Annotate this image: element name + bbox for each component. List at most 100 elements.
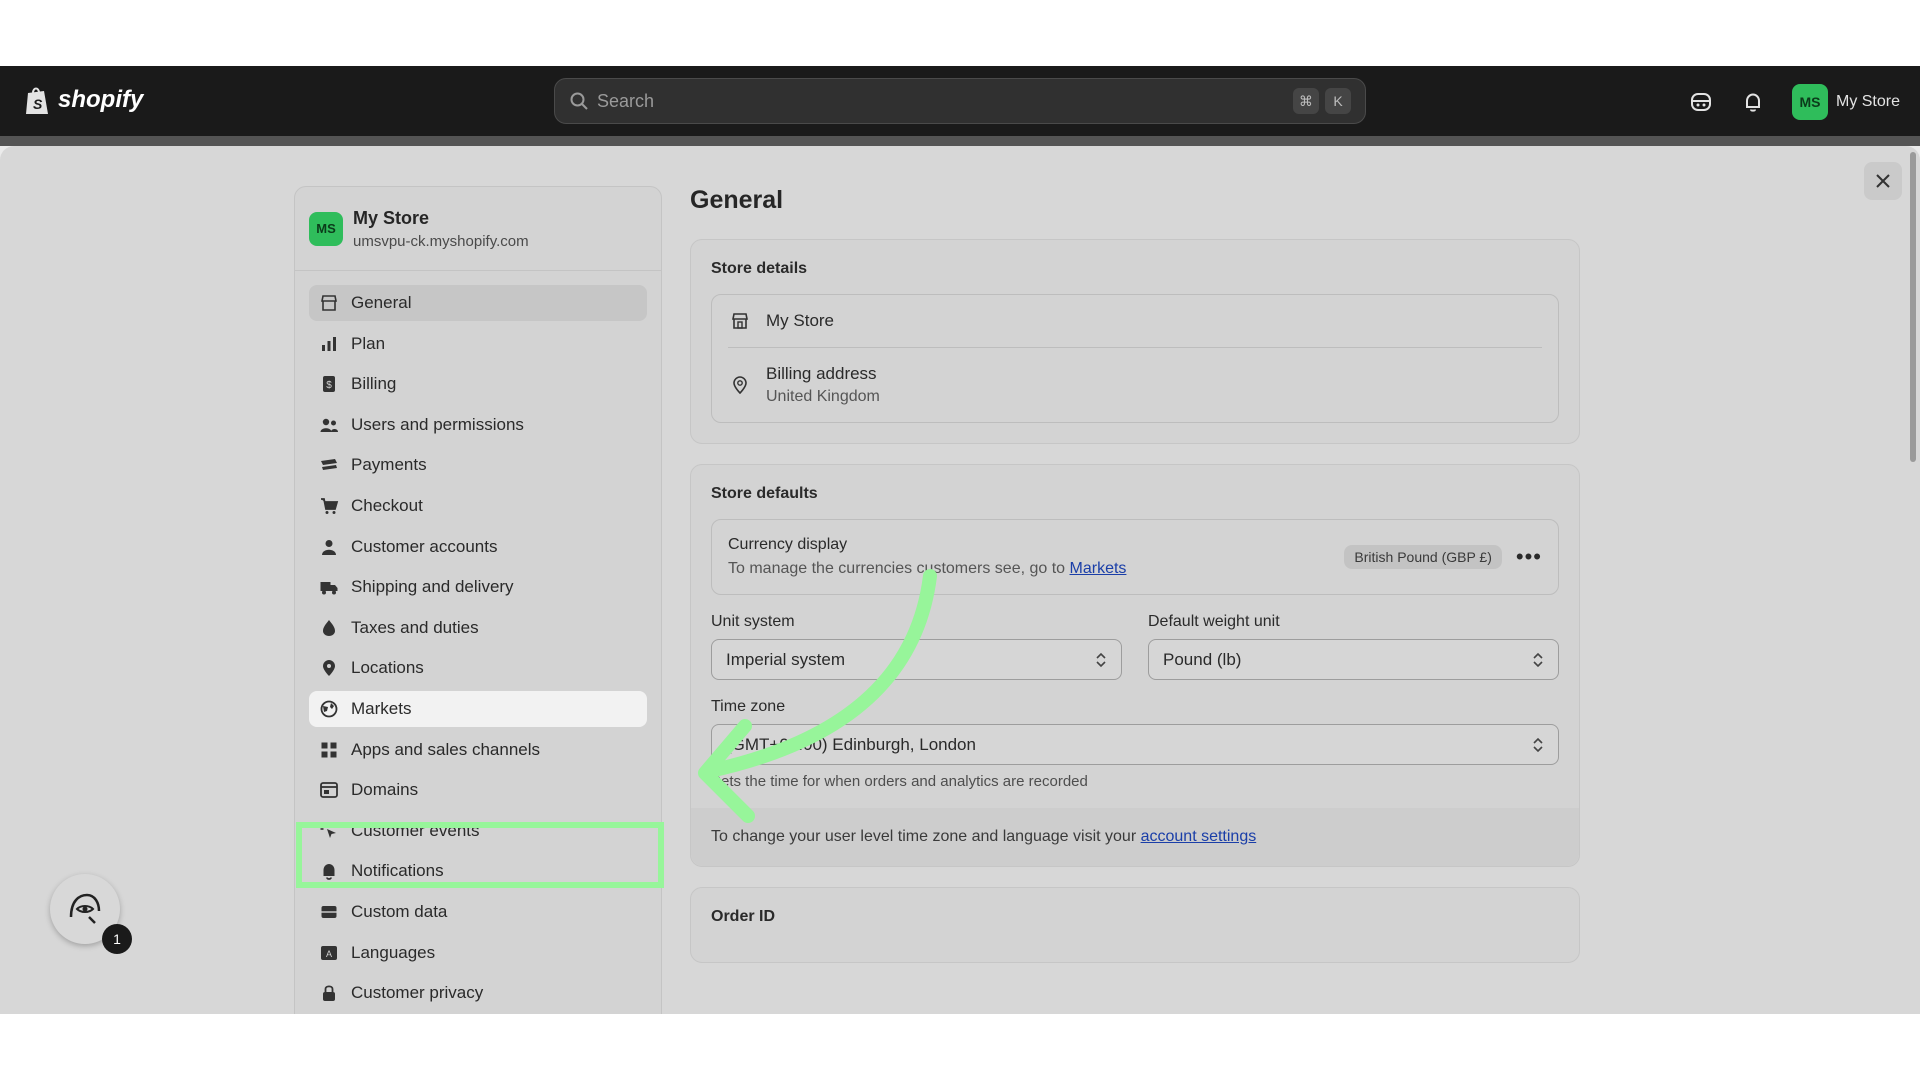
store-name-row[interactable]: My Store [712,295,1558,347]
sidebar-item-languages[interactable]: A Languages [309,935,647,971]
close-icon [1876,174,1890,188]
sidekick-button[interactable] [1688,89,1714,115]
truck-icon [319,577,339,597]
unit-system-value: Imperial system [726,649,846,669]
more-actions-button[interactable]: ••• [1516,544,1542,570]
store-defaults-card: Store defaults Currency display To manag… [690,464,1580,867]
unit-system-select[interactable]: Imperial system [711,639,1122,680]
search-input[interactable] [597,90,1287,112]
plan-icon [319,334,339,354]
backdrop-strip [0,136,1920,146]
time-zone-value: (GMT+00:00) Edinburgh, London [726,734,976,754]
sidebar-item-custom-data[interactable]: Custom data [309,894,647,930]
sidebar-item-taxes-and-duties[interactable]: Taxes and duties [309,610,647,646]
sidebar-item-label: Plan [351,333,386,353]
language-icon: A [319,943,339,963]
settings-nav: General Plan $ Billing Users and permissions… [295,271,661,1014]
billing-value: United Kingdom [766,388,880,405]
currency-description: To manage the currencies customers see, … [728,560,1126,578]
sidebar-item-general[interactable]: General [309,285,647,321]
billing-label: Billing address [766,364,877,383]
payments-icon [319,455,339,475]
account-settings-link[interactable]: account settings [1141,828,1257,845]
close-button[interactable] [1864,162,1902,200]
store-icon [319,293,339,313]
sidebar-store-name: My Store [353,207,430,228]
store-header[interactable]: MS My Store umsvpu-ck.myshopify.com [295,187,661,271]
svg-text:A: A [326,949,332,959]
weight-unit-value: Pound (lb) [1163,649,1242,669]
sidebar-item-customer-privacy[interactable]: Customer privacy [309,975,647,1011]
sidebar-item-notifications[interactable]: Notifications [309,853,647,889]
order-id-title: Order ID [711,908,776,925]
sidebar-item-label: General [351,293,412,312]
users-icon [319,415,339,435]
helper-badge: 1 [102,924,132,954]
sidebar-item-label: Apps and sales channels [351,739,541,759]
store-details-title: Store details [711,260,808,277]
sidebar-item-label: Markets [351,698,412,718]
svg-text:S: S [33,96,43,112]
sidebar-item-label: Custom data [351,901,448,921]
billing-icon: $ [319,374,339,394]
app-frame: S shopify ⌘ K [0,66,1920,1014]
bell-icon [319,861,339,881]
person-icon [319,537,339,557]
sidebar-item-domains[interactable]: Domains [309,772,647,808]
shopify-bag-icon: S [26,87,48,114]
top-right-actions: MS My Store [1688,84,1900,120]
store-details-box: My Store Billing address United Kingdom [711,294,1559,423]
shopify-logo[interactable]: S shopify [24,84,143,116]
currency-desc-text: To manage the currencies customers see, … [728,560,1066,577]
footer-text: To change your user level time zone and … [711,828,1137,845]
tax-icon [319,618,339,638]
cart-icon [319,496,339,516]
weight-unit-select[interactable]: Pound (lb) [1148,639,1559,680]
location-pin-icon [733,376,747,395]
globe-icon [319,699,339,719]
sidebar-item-label: Users and permissions [351,414,524,434]
select-chevron-icon [1533,737,1543,752]
search-bar[interactable]: ⌘ K [554,78,1366,124]
currency-display-box: Currency display To manage the currencie… [711,519,1559,595]
store-details-card: Store details My Store Billing address U… [690,239,1580,444]
apps-icon [319,740,339,760]
scrollbar[interactable] [1910,152,1916,462]
avatar: MS [1791,84,1828,120]
sidebar-item-apps-and-sales-channels[interactable]: Apps and sales channels [309,732,647,768]
location-icon [319,658,339,678]
billing-address-row[interactable]: Billing address United Kingdom [728,347,1542,422]
store-menu-button[interactable]: MS My Store [1791,84,1900,120]
sidebar-item-payments[interactable]: Payments [309,447,647,483]
sidebar-item-label: Billing [351,374,397,394]
sidebar-item-billing[interactable]: $ Billing [309,366,647,402]
time-zone-select[interactable]: (GMT+00:00) Edinburgh, London [711,724,1559,765]
order-id-card: Order ID [690,887,1580,963]
sidebar-item-plan[interactable]: Plan [309,326,647,362]
sidebar-item-customer-accounts[interactable]: Customer accounts [309,529,647,565]
search-icon [570,92,588,110]
store-icon [732,313,748,329]
database-icon [319,902,339,922]
sidekick-icon [1690,93,1711,111]
sidebar-item-users-and-permissions[interactable]: Users and permissions [309,407,647,443]
select-chevron-icon [1096,652,1106,667]
markets-link[interactable]: Markets [1070,560,1127,577]
sidebar-item-label: Shipping and delivery [351,577,514,597]
notifications-button[interactable] [1740,89,1766,115]
sidebar-item-customer-events[interactable]: Customer events [309,813,647,849]
currency-badge: British Pound (GBP £) [1344,545,1502,569]
sidebar-item-markets[interactable]: Markets [309,690,647,727]
help-assistant-button[interactable]: 1 [50,874,132,954]
currency-title: Currency display [728,536,848,553]
store-defaults-footer: To change your user level time zone and … [691,808,1579,866]
sidebar-item-shipping-and-delivery[interactable]: Shipping and delivery [309,569,647,605]
settings-sidebar: MS My Store umsvpu-ck.myshopify.com Gene… [294,186,662,1014]
time-zone-hint: Sets the time for when orders and analyt… [711,773,1088,790]
domains-icon [319,780,339,800]
sidebar-item-checkout[interactable]: Checkout [309,488,647,524]
shortcut-key-k: K [1325,88,1351,114]
sidebar-item-locations[interactable]: Locations [309,650,647,686]
sidebar-item-label: Customer accounts [351,536,498,556]
sidebar-item-label: Domains [351,780,419,800]
